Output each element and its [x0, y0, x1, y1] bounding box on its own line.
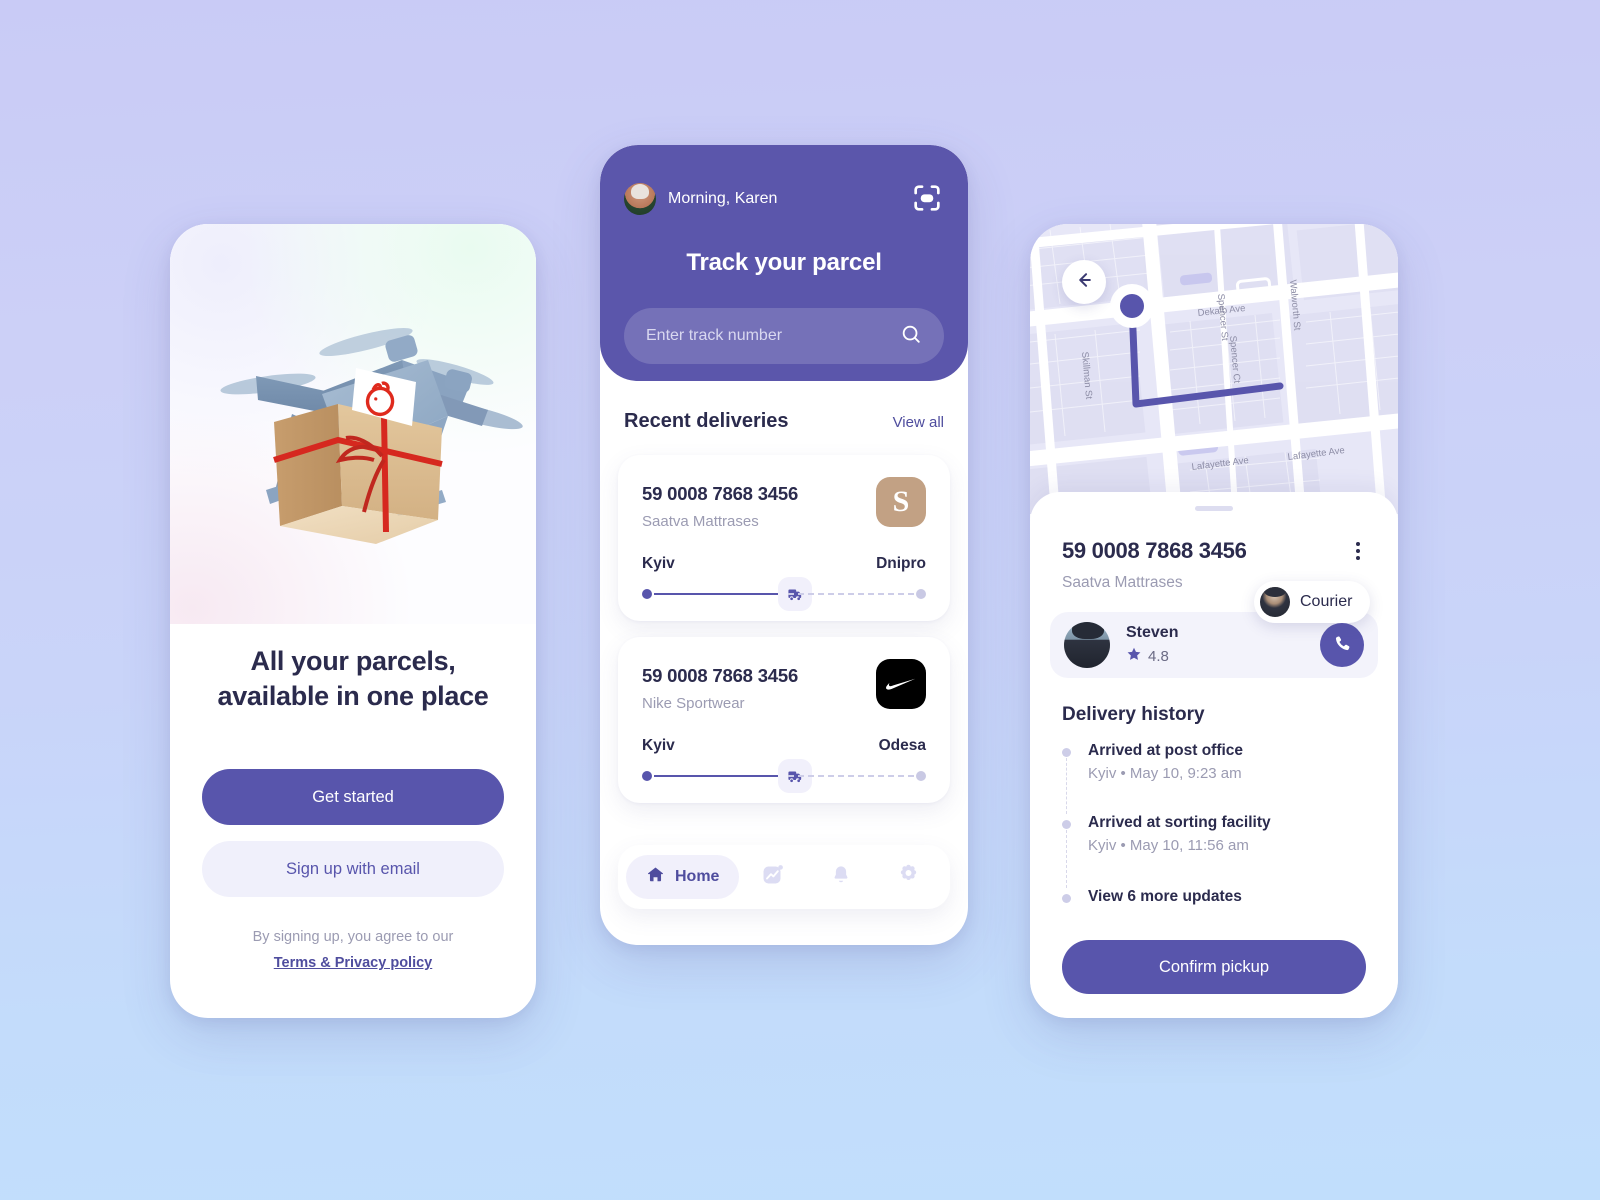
- merchant-name: Saatva Mattrases: [1062, 574, 1183, 591]
- timeline-connector: [1066, 758, 1067, 814]
- onboarding-copy: All your parcels, available in one place: [170, 644, 536, 714]
- timeline-bullet: [1062, 894, 1071, 903]
- parcel-detail-sheet: 59 0008 7868 3456 Saatva Mattrases Steve…: [1030, 492, 1398, 1018]
- page-title: All your parcels, available in one place: [170, 644, 536, 714]
- terms-privacy-link[interactable]: Terms & Privacy policy: [170, 952, 536, 976]
- analytics-icon: [761, 863, 785, 892]
- courier-rating: 4.8: [1126, 646, 1178, 667]
- merchant-name: Nike Sportwear: [642, 695, 745, 712]
- recent-deliveries-header: Recent deliveries View all: [624, 410, 944, 433]
- home-header: Morning, Karen Track your parcel: [600, 145, 968, 381]
- delivery-history-timeline: Arrived at post office Kyiv • May 10, 9:…: [1062, 742, 1362, 906]
- avatar[interactable]: [624, 183, 656, 215]
- onboarding-actions: Get started Sign up with email: [202, 769, 504, 897]
- kebab-menu-icon[interactable]: [1348, 540, 1368, 562]
- courier-avatar: [1260, 587, 1290, 617]
- section-title: Recent deliveries: [624, 410, 789, 432]
- progress-end-dot: [916, 589, 926, 599]
- page-title: Track your parcel: [686, 249, 882, 276]
- history-meta: Kyiv • May 10, 9:23 am: [1088, 765, 1242, 782]
- progress-end-dot: [916, 771, 926, 781]
- courier-avatar: [1064, 622, 1110, 668]
- courier-pill-label: Courier: [1300, 593, 1353, 610]
- arrow-left-icon: [1074, 270, 1094, 295]
- search-icon[interactable]: [900, 323, 922, 350]
- origin-label: Kyiv: [642, 737, 675, 754]
- progress-track: [642, 577, 926, 611]
- bell-icon: [830, 864, 852, 891]
- progress-completed-line: [654, 593, 780, 595]
- history-event: Arrived at post office: [1088, 742, 1244, 759]
- view-more-updates-link[interactable]: View 6 more updates: [1088, 888, 1362, 906]
- home-icon: [646, 865, 665, 889]
- progress-completed-line: [654, 775, 780, 777]
- progress-remaining-line: [788, 593, 914, 595]
- gear-icon: [897, 863, 920, 891]
- history-event: Arrived at sorting facility: [1088, 814, 1271, 831]
- saatva-logo-letter: S: [892, 485, 910, 518]
- illustration-backdrop: [170, 224, 536, 624]
- sheet-grabber[interactable]: [1195, 506, 1233, 511]
- tracking-number: 59 0008 7868 3456: [642, 483, 799, 504]
- history-item: Arrived at post office Kyiv • May 10, 9:…: [1062, 742, 1362, 814]
- nav-item-home[interactable]: Home: [626, 855, 740, 899]
- onboarding-screen: All your parcels, available in one place…: [170, 224, 536, 1018]
- search-bar[interactable]: [624, 308, 944, 364]
- merchant-name: Saatva Mattrases: [642, 513, 759, 530]
- nav-item-settings[interactable]: [874, 863, 942, 891]
- star-icon: [1126, 646, 1142, 667]
- tracking-screen: Spencer St Walworth St Dekalb Ave Spence…: [1030, 224, 1398, 1018]
- nike-logo: [876, 659, 926, 709]
- sign-up-with-email-button[interactable]: Sign up with email: [202, 841, 504, 897]
- drone-parcel-illustration: [170, 264, 536, 584]
- title-line-2: available in one place: [217, 681, 489, 712]
- saatva-logo: S: [876, 477, 926, 527]
- progress-remaining-line: [788, 775, 914, 777]
- back-button[interactable]: [1062, 260, 1106, 304]
- destination-label: Odesa: [878, 737, 926, 754]
- view-all-link[interactable]: View all: [893, 414, 944, 431]
- legal-text: By signing up, you agree to our Terms & …: [170, 924, 536, 976]
- search-input[interactable]: [646, 327, 900, 345]
- title-line-1: All your parcels,: [250, 646, 456, 676]
- nav-item-analytics[interactable]: [739, 863, 807, 892]
- timeline-bullet: [1062, 748, 1071, 757]
- history-meta: Kyiv • May 10, 11:56 am: [1088, 837, 1249, 854]
- timeline-connector: [1066, 830, 1067, 888]
- bottom-navigation: Home: [618, 845, 950, 909]
- home-screen: Morning, Karen Track your parcel Recent …: [600, 145, 968, 945]
- map-view[interactable]: Spencer St Walworth St Dekalb Ave Spence…: [1030, 224, 1398, 514]
- confirm-pickup-button[interactable]: Confirm pickup: [1062, 940, 1366, 994]
- history-item: Arrived at sorting facility Kyiv • May 1…: [1062, 814, 1362, 888]
- delivery-history-title: Delivery history: [1062, 704, 1205, 725]
- progress-start-dot: [642, 771, 652, 781]
- tracking-number: 59 0008 7868 3456: [642, 665, 799, 686]
- timeline-bullet: [1062, 820, 1071, 829]
- origin-label: Kyiv: [642, 555, 675, 572]
- delivery-card[interactable]: 59 0008 7868 3456 Saatva Mattrases S Kyi…: [618, 455, 950, 621]
- nav-item-home-label: Home: [675, 868, 720, 885]
- call-courier-button[interactable]: [1320, 623, 1364, 667]
- scan-icon[interactable]: [910, 181, 944, 215]
- phone-icon: [1333, 634, 1352, 656]
- progress-track: [642, 759, 926, 793]
- courier-map-pill[interactable]: Courier: [1254, 581, 1371, 623]
- legal-prefix: By signing up, you agree to our: [252, 929, 454, 945]
- tracking-number: 59 0008 7868 3456: [1062, 538, 1247, 563]
- greeting-row: Morning, Karen: [624, 183, 777, 215]
- rating-value: 4.8: [1148, 647, 1169, 665]
- delivery-card[interactable]: 59 0008 7868 3456 Nike Sportwear Kyiv Od…: [618, 637, 950, 803]
- progress-start-dot: [642, 589, 652, 599]
- courier-name: Steven: [1126, 623, 1179, 641]
- destination-label: Dnipro: [876, 555, 926, 572]
- history-more-item[interactable]: View 6 more updates: [1062, 888, 1362, 906]
- get-started-button[interactable]: Get started: [202, 769, 504, 825]
- greeting-text: Morning, Karen: [668, 190, 778, 207]
- nav-item-notifications[interactable]: [807, 864, 875, 891]
